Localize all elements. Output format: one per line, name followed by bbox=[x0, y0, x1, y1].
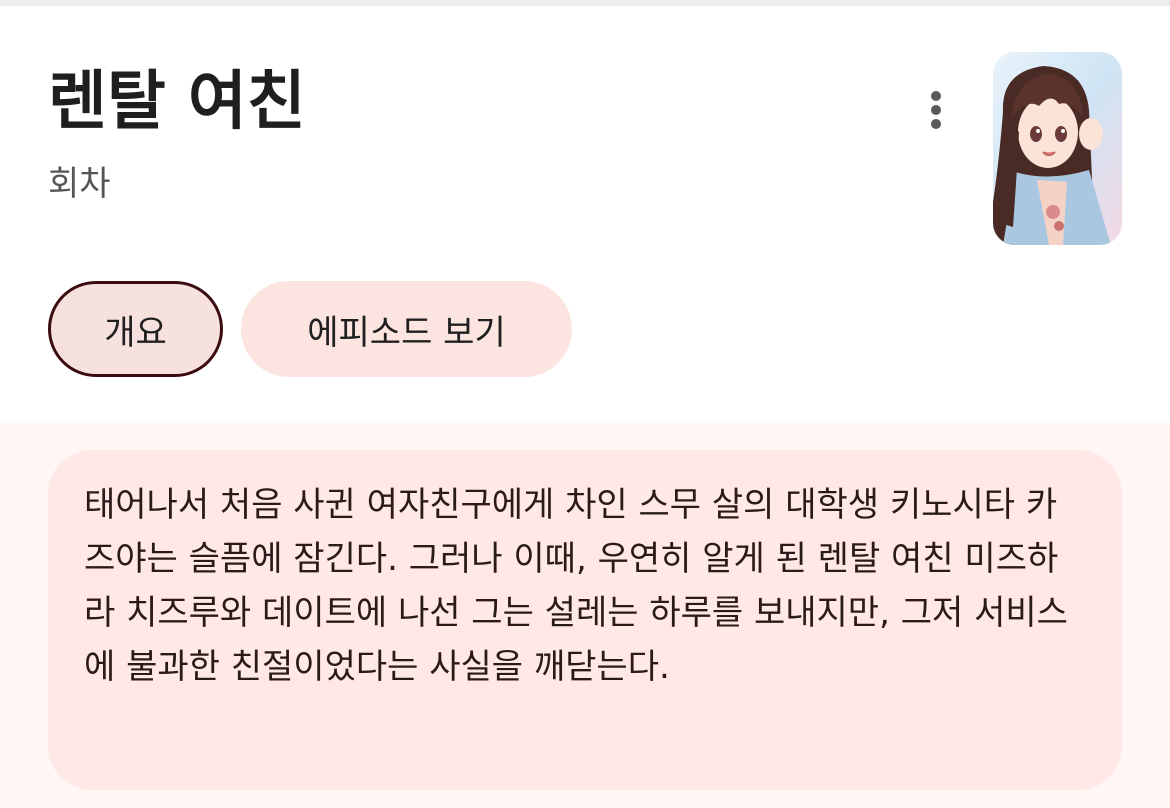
tab-overview[interactable]: 개요 bbox=[48, 281, 223, 377]
overview-description: 태어나서 처음 사귄 여자친구에게 차인 스무 살의 대학생 키노시타 카즈야는… bbox=[84, 485, 1068, 687]
tab-episodes[interactable]: 에피소드 보기 bbox=[241, 281, 572, 377]
overview-card: 태어나서 처음 사귄 여자친구에게 차인 스무 살의 대학생 키노시타 카즈야는… bbox=[48, 450, 1122, 790]
page-title: 렌탈 여친 bbox=[48, 65, 306, 139]
status-strip bbox=[0, 0, 1170, 6]
more-options-button[interactable] bbox=[908, 82, 964, 138]
cover-thumbnail[interactable] bbox=[993, 52, 1122, 245]
page-subtitle: 회차 bbox=[48, 164, 111, 204]
more-vert-icon bbox=[931, 91, 941, 129]
